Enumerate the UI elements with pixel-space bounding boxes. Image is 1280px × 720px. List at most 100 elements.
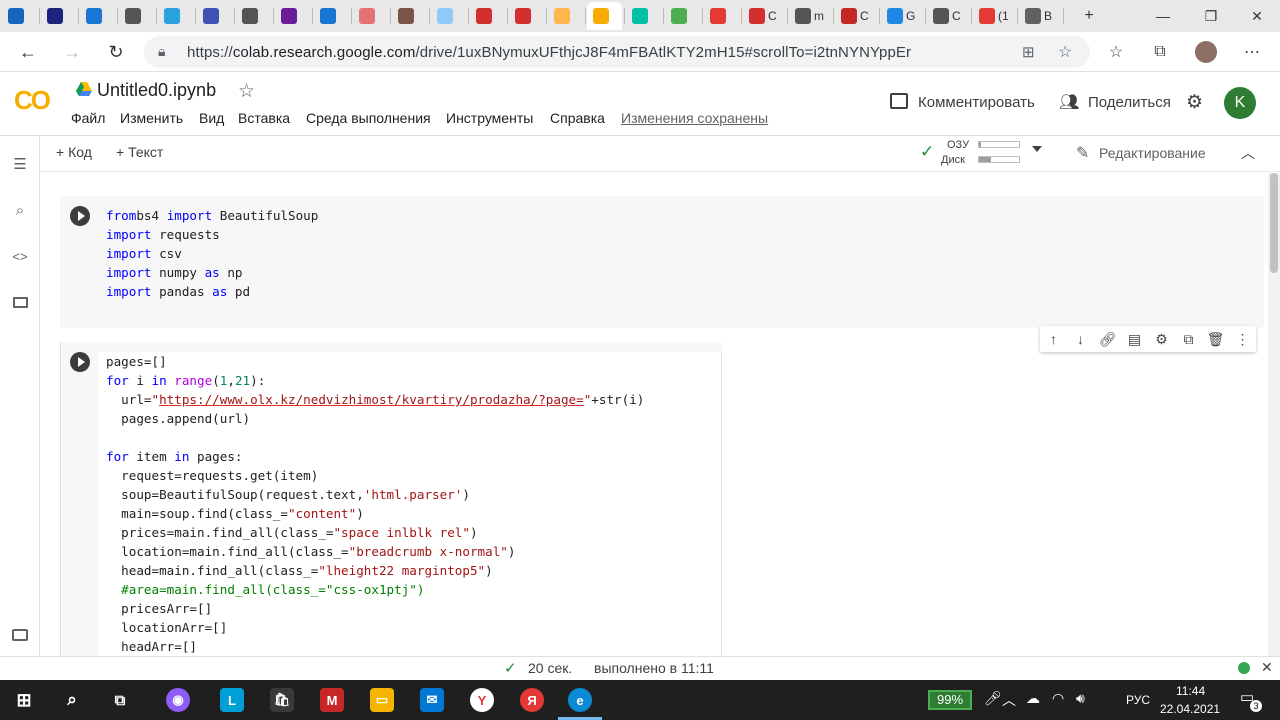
browser-tab[interactable]	[470, 2, 505, 30]
cell-settings-icon[interactable]: ⚙	[1148, 331, 1175, 348]
code-line[interactable]: for i in range(1,21):	[106, 371, 644, 390]
browser-tab[interactable]	[392, 2, 427, 30]
antivirus-icon[interactable]: M	[320, 688, 344, 712]
share-button[interactable]: Поделиться	[1088, 94, 1171, 111]
star-icon[interactable]: ☆	[238, 80, 255, 103]
code-line[interactable]: pricesArr=[]	[106, 599, 644, 618]
saved-status-link[interactable]: Изменения сохранены	[621, 110, 768, 126]
yandex-browser-icon[interactable]: Y	[470, 688, 494, 712]
run-cell-button[interactable]	[70, 206, 90, 226]
browser-tab[interactable]	[626, 2, 661, 30]
comment-icon[interactable]	[890, 93, 908, 109]
browser-tab[interactable]	[158, 2, 193, 30]
settings-gear-icon[interactable]: ⚙	[1186, 91, 1203, 114]
browser-tab[interactable]: C	[743, 2, 785, 30]
browser-tab[interactable]	[2, 2, 37, 30]
clock-time[interactable]: 11:44	[1176, 684, 1205, 698]
code-line[interactable]: soup=BeautifulSoup(request.text,'html.pa…	[106, 485, 644, 504]
browser-tab[interactable]: C	[835, 2, 877, 30]
reload-icon[interactable]: ↻	[102, 38, 130, 66]
store-icon[interactable]: 🛍︎	[270, 688, 294, 712]
browser-tab[interactable]: m	[789, 2, 831, 30]
search-icon[interactable]: ⌕	[10, 200, 30, 220]
ram-meter[interactable]	[978, 141, 1020, 148]
browser-tab[interactable]: G	[881, 2, 923, 30]
mirror-cell-icon[interactable]: ⧉	[1175, 331, 1202, 348]
add-text-button[interactable]: + Текст	[116, 144, 163, 160]
add-code-button[interactable]: + Код	[56, 144, 92, 160]
vertical-scrollbar[interactable]	[1268, 173, 1280, 656]
code-cell-1-source[interactable]: frombs4 import BeautifulSoup import reque…	[106, 206, 318, 301]
mail-icon[interactable]: ✉	[420, 688, 444, 712]
yandex-icon[interactable]: Я	[520, 688, 544, 712]
code-line[interactable]: import csv	[106, 244, 318, 263]
browser-tab[interactable]	[41, 2, 76, 30]
code-line[interactable]: import requests	[106, 225, 318, 244]
browser-tab[interactable]	[80, 2, 115, 30]
account-avatar[interactable]: K	[1224, 87, 1256, 119]
code-snippets-icon[interactable]: <>	[10, 246, 30, 266]
files-folder-icon[interactable]	[10, 292, 30, 312]
bookmark-add-icon[interactable]: ☆	[1058, 42, 1072, 62]
collections-icon[interactable]: ⧉	[1148, 40, 1172, 64]
back-icon[interactable]: ←	[14, 38, 42, 66]
notebook-title[interactable]: Untitled0.ipynb	[97, 80, 216, 101]
code-line[interactable]: location=main.find_all(class_="breadcrum…	[106, 542, 644, 561]
tray-expand-icon[interactable]: ︿	[1002, 690, 1016, 710]
disk-meter[interactable]	[978, 156, 1020, 163]
menu-help[interactable]: Справка	[550, 110, 605, 126]
runtime-dropdown-icon[interactable]	[1032, 146, 1042, 152]
collapse-header-icon[interactable]: ︿	[1241, 143, 1255, 163]
people-icon[interactable]: 👥︎	[1059, 92, 1079, 112]
browser-tab[interactable]	[197, 2, 232, 30]
table-of-contents-icon[interactable]: ☰	[10, 154, 30, 174]
alice-assistant-icon[interactable]: ◉	[166, 688, 190, 712]
code-line[interactable]: headArr=[]	[106, 637, 644, 656]
comment-button[interactable]: Комментировать	[918, 94, 1035, 111]
delete-icon[interactable]: 🗑︎	[1202, 331, 1229, 348]
move-up-icon[interactable]: ↑	[1040, 331, 1067, 347]
new-tab-button[interactable]: +	[1066, 0, 1112, 32]
code-line[interactable]: pages.append(url)	[106, 409, 644, 428]
code-line[interactable]: prices=main.find_all(class_="space inlbl…	[106, 523, 644, 542]
browser-tab[interactable]	[236, 2, 271, 30]
file-explorer-icon[interactable]: ▭	[370, 688, 394, 712]
code-line[interactable]: import numpy as np	[106, 263, 318, 282]
close-window-icon[interactable]: ✕	[1234, 0, 1280, 32]
code-line[interactable]: head=main.find_all(class_="lheight22 mar…	[106, 561, 644, 580]
menu-edit[interactable]: Изменить	[120, 110, 183, 126]
browser-tab[interactable]	[665, 2, 700, 30]
microphone-icon[interactable]: 🎤︎	[984, 690, 1002, 707]
code-line[interactable]: pages=[]	[106, 352, 644, 371]
lock-icon[interactable]: 🔒︎	[158, 43, 165, 60]
menu-file[interactable]: Файл	[71, 110, 105, 126]
code-line[interactable]: for item in pages:	[106, 447, 644, 466]
comment-icon[interactable]: ▤	[1121, 331, 1148, 348]
code-line[interactable]: frombs4 import BeautifulSoup	[106, 206, 318, 225]
code-cell-2-source[interactable]: pages=[] for i in range(1,21): url="https…	[106, 352, 644, 656]
url-input[interactable]: 🔒︎ https://colab.research.google.com/dri…	[144, 36, 1090, 68]
code-line[interactable]: main=soup.find(class_="content")	[106, 504, 644, 523]
volume-icon[interactable]: 🔊︎	[1076, 690, 1085, 707]
code-line[interactable]: locationArr=[]	[106, 618, 644, 637]
onedrive-icon[interactable]: ☁	[1026, 690, 1040, 707]
browser-tab[interactable]: B	[1019, 2, 1061, 30]
taskbar-search-icon[interactable]: ⌕	[60, 688, 84, 712]
favorites-icon[interactable]: ☆	[1104, 40, 1128, 64]
edit-mode-button[interactable]: Редактирование	[1099, 145, 1206, 161]
browser-tab[interactable]	[353, 2, 388, 30]
browser-tab[interactable]	[704, 2, 739, 30]
browser-tab[interactable]	[431, 2, 466, 30]
battery-indicator[interactable]: 99%	[928, 690, 972, 710]
menu-insert[interactable]: Вставка	[238, 110, 290, 126]
task-view-icon[interactable]: ⧉	[108, 688, 132, 712]
menu-runtime[interactable]: Среда выполнения	[306, 110, 431, 126]
windows-start-icon[interactable]: ⊞	[12, 688, 36, 712]
edge-icon[interactable]: e	[568, 688, 592, 712]
browser-tab[interactable]	[509, 2, 544, 30]
more-vert-icon[interactable]: ⋮	[1229, 331, 1256, 348]
colab-logo[interactable]: CO	[14, 85, 51, 116]
code-line[interactable]: import pandas as pd	[106, 282, 318, 301]
browser-tab[interactable]: (1	[973, 2, 1015, 30]
code-line[interactable]: url="https://www.olx.kz/nedvizhimost/kva…	[106, 390, 644, 409]
